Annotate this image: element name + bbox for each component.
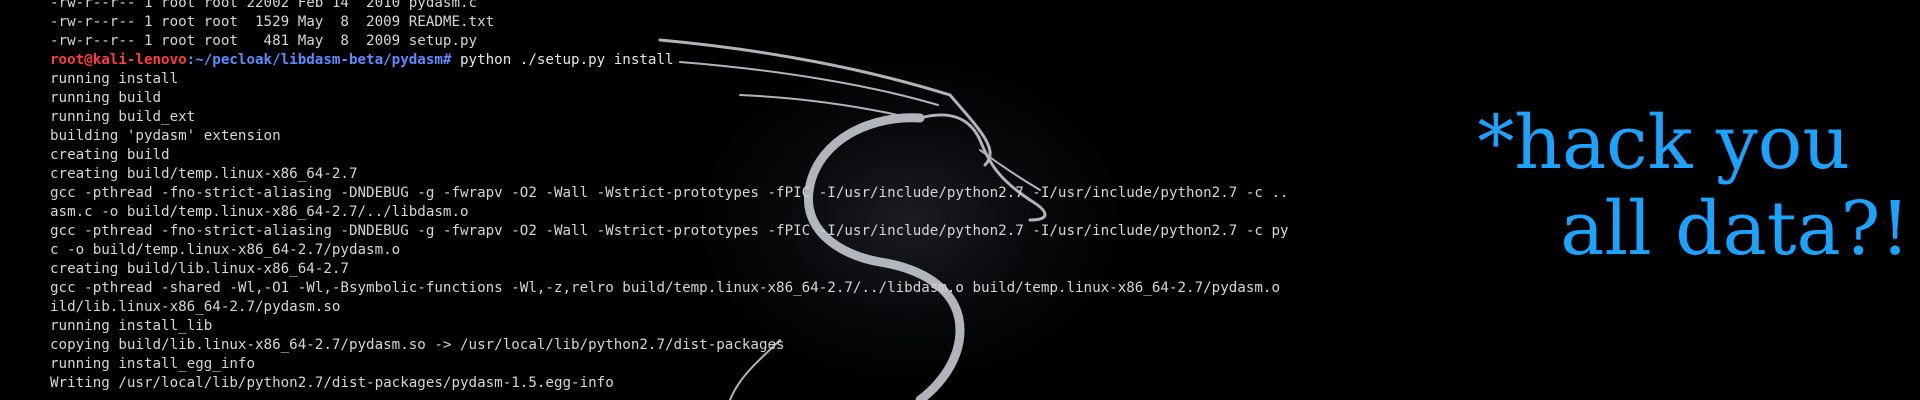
terminal-line: Writing /usr/local/lib/python2.7/dist-pa… (50, 375, 614, 391)
terminal-line: gcc -pthread -shared -Wl,-O1 -Wl,-Bsymbo… (50, 280, 1280, 296)
prompt-user-host: root@kali-lenovo (50, 52, 187, 68)
terminal-line: gcc -pthread -fno-strict-aliasing -DNDEB… (50, 185, 1289, 201)
terminal-line: creating build/temp.linux-x86_64-2.7 (50, 166, 358, 182)
prompt-path: :~/pecloak/libdasm-beta/pydasm# (186, 52, 452, 68)
terminal-line: running install_lib (50, 318, 213, 334)
banner: -rw-r--r-- 1 root root 22002 Feb 14 2010… (0, 0, 1920, 400)
terminal-line: ild/lib.linux-x86_64-2.7/pydasm.so (50, 299, 341, 315)
overlay-caption: *hack you all data?! (1470, 100, 1910, 272)
terminal-prompt-line: root@kali-lenovo:~/pecloak/libdasm-beta/… (50, 51, 1470, 70)
caption-line-2: all data?! (1560, 186, 1910, 272)
terminal-line: gcc -pthread -fno-strict-aliasing -DNDEB… (50, 223, 1289, 239)
terminal-line: building 'pydasm' extension (50, 128, 281, 144)
prompt-command: python ./setup.py install (451, 52, 674, 68)
terminal-line: creating build (50, 147, 170, 163)
terminal-line: creating build/lib.linux-x86_64-2.7 (50, 261, 349, 277)
terminal-line: running build (50, 90, 162, 106)
terminal-line: c -o build/temp.linux-x86_64-2.7/pydasm.… (50, 242, 401, 258)
terminal-line: running build_ext (50, 109, 196, 125)
terminal-line: asm.c -o build/temp.linux-x86_64-2.7/../… (50, 204, 469, 220)
terminal-line: -rw-r--r-- 1 root root 22002 Feb 14 2010… (50, 0, 478, 11)
terminal-line: running install (50, 71, 179, 87)
terminal-line: -rw-r--r-- 1 root root 481 May 8 2009 se… (50, 33, 478, 49)
caption-line-1: *hack you (1477, 100, 1850, 186)
terminal-line: running install_egg_info (50, 356, 255, 372)
terminal-output: -rw-r--r-- 1 root root 22002 Feb 14 2010… (50, 0, 1470, 400)
terminal-line: copying build/lib.linux-x86_64-2.7/pydas… (50, 337, 785, 353)
terminal-line: -rw-r--r-- 1 root root 1529 May 8 2009 R… (50, 14, 495, 30)
